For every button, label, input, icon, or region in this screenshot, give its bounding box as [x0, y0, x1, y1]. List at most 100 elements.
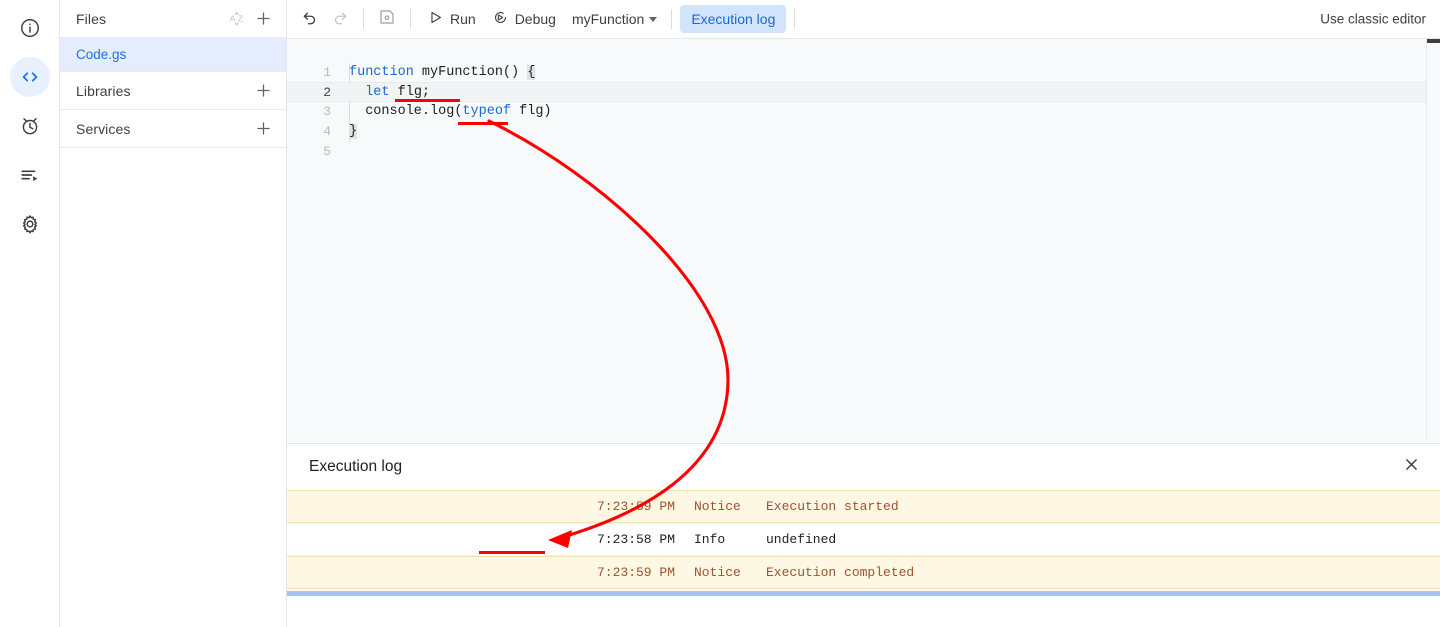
save-icon	[378, 8, 396, 31]
log-row[interactable]: 7:23:59 PM Notice Execution completed	[287, 556, 1440, 589]
files-section-header: Files A Z	[60, 0, 286, 38]
log-row[interactable]: 7:23:59 PM Notice Execution started	[287, 490, 1440, 523]
code-text: let flg;	[349, 83, 430, 103]
toolbar-divider-2	[410, 9, 411, 29]
editor-scrollbar-thumb[interactable]	[1427, 39, 1440, 43]
rail-slot-overview	[0, 8, 59, 48]
code-text: }	[349, 122, 358, 142]
code-line[interactable]: 1 function myFunction() {	[287, 63, 1426, 83]
toolbar-divider-3	[671, 9, 673, 29]
code-line[interactable]: 5	[287, 142, 1426, 162]
file-item-code-gs[interactable]: Code.gs	[60, 38, 286, 71]
code-icon	[19, 66, 41, 88]
files-list: Code.gs	[60, 38, 286, 72]
execution-log-rows: 7:23:59 PM Notice Execution started 7:23:58…	[287, 490, 1440, 589]
log-timestamp: 7:23:58 PM	[597, 532, 676, 547]
code-line[interactable]: 3 console.log(typeof flg)	[287, 102, 1426, 122]
log-level: Notice	[694, 499, 741, 514]
execution-log-toggle-label: Execution log	[691, 11, 776, 27]
code-token: {	[527, 65, 536, 80]
code-token: typeof	[462, 104, 512, 119]
code-lines: 1 function myFunction() {2 let flg; 3 cons…	[287, 39, 1426, 162]
files-title: Files	[76, 10, 107, 27]
execution-log-panel: Execution log 7:23:59 PM Notice Execution …	[287, 443, 1440, 627]
undo-button[interactable]	[295, 4, 325, 34]
line-number: 1	[323, 65, 331, 80]
log-message: Execution started	[766, 499, 899, 514]
rail-item-overview[interactable]	[10, 8, 50, 48]
rail-item-project-settings[interactable]	[10, 204, 50, 244]
undo-icon	[301, 8, 319, 31]
services-section-header[interactable]: Services	[60, 110, 286, 148]
rail-item-triggers[interactable]	[10, 106, 50, 146]
main-area: Run Debug myFunction Execution log Use c…	[287, 0, 1440, 627]
debug-button[interactable]: Debug	[484, 5, 564, 33]
log-level: Notice	[694, 565, 741, 580]
sort-az-icon[interactable]: A Z	[224, 6, 250, 32]
svg-text:Z: Z	[237, 14, 243, 24]
code-line[interactable]: 4}	[287, 122, 1426, 142]
svg-text:A: A	[229, 14, 235, 24]
libraries-section-header[interactable]: Libraries	[60, 72, 286, 110]
line-number: 3	[323, 104, 331, 119]
log-row[interactable]: 7:23:58 PM Info undefined	[287, 523, 1440, 556]
code-token: let	[365, 85, 390, 100]
services-title: Services	[76, 120, 131, 137]
add-file-button[interactable]	[250, 6, 276, 32]
editor-toolbar: Run Debug myFunction Execution log Use c…	[287, 0, 1440, 39]
run-button[interactable]: Run	[419, 5, 484, 33]
code-token: flg;	[389, 85, 431, 100]
editor-scrollbar-track[interactable]	[1426, 39, 1440, 442]
debug-icon	[492, 9, 509, 29]
rail-slot-settings	[0, 204, 59, 244]
chevron-down-icon	[649, 16, 658, 22]
gear-icon	[19, 213, 41, 235]
code-token: myFunction()	[421, 65, 528, 80]
alarm-clock-icon	[19, 115, 41, 137]
code-text: console.log(typeof flg)	[349, 102, 552, 122]
code-editor[interactable]: 1 function myFunction() {2 let flg; 3 cons…	[287, 39, 1426, 442]
libraries-title: Libraries	[76, 82, 131, 99]
code-token: console.log(	[349, 104, 463, 119]
log-message: undefined	[766, 532, 837, 547]
rail-slot-triggers	[0, 106, 59, 146]
rail-item-executions[interactable]	[10, 155, 50, 195]
rail-item-editor[interactable]	[9, 57, 50, 97]
use-classic-editor-link[interactable]: Use classic editor	[1320, 12, 1426, 27]
log-timestamp: 7:23:59 PM	[597, 565, 676, 580]
add-service-button[interactable]	[250, 116, 276, 142]
log-timestamp: 7:23:59 PM	[597, 499, 676, 514]
execution-log-toggle[interactable]: Execution log	[680, 5, 787, 33]
line-number: 5	[323, 144, 331, 159]
left-icon-rail	[0, 0, 60, 627]
files-panel: Files A Z Code.gs Libraries Services	[60, 0, 287, 627]
code-line[interactable]: 2 let flg;	[287, 82, 1426, 102]
log-bottom-scroll-indicator[interactable]	[287, 591, 1440, 596]
log-level: Info	[694, 532, 726, 547]
play-icon	[427, 9, 444, 29]
code-token: flg)	[511, 104, 552, 119]
info-icon	[19, 17, 41, 39]
close-log-button[interactable]	[1396, 452, 1426, 482]
function-select-value: myFunction	[571, 11, 645, 27]
code-text: function myFunction() {	[349, 63, 536, 83]
redo-icon	[331, 8, 349, 31]
code-token: function	[349, 65, 422, 80]
function-select[interactable]: myFunction	[564, 5, 663, 33]
close-icon	[1403, 456, 1420, 478]
apps-script-editor-window: Files A Z Code.gs Libraries Services Run…	[0, 0, 1440, 627]
redo-button[interactable]	[325, 4, 355, 34]
save-button[interactable]	[372, 4, 402, 34]
debug-label: Debug	[514, 11, 556, 27]
run-label: Run	[450, 11, 476, 27]
log-message: Execution completed	[766, 565, 915, 580]
line-number: 4	[323, 124, 331, 139]
add-library-button[interactable]	[250, 78, 276, 104]
toolbar-divider-1	[363, 9, 364, 29]
file-item-label: Code.gs	[76, 47, 127, 62]
executions-icon	[19, 164, 41, 186]
execution-log-header: Execution log	[287, 444, 1440, 490]
toolbar-divider-4	[794, 9, 796, 29]
rail-slot-executions	[0, 155, 59, 195]
